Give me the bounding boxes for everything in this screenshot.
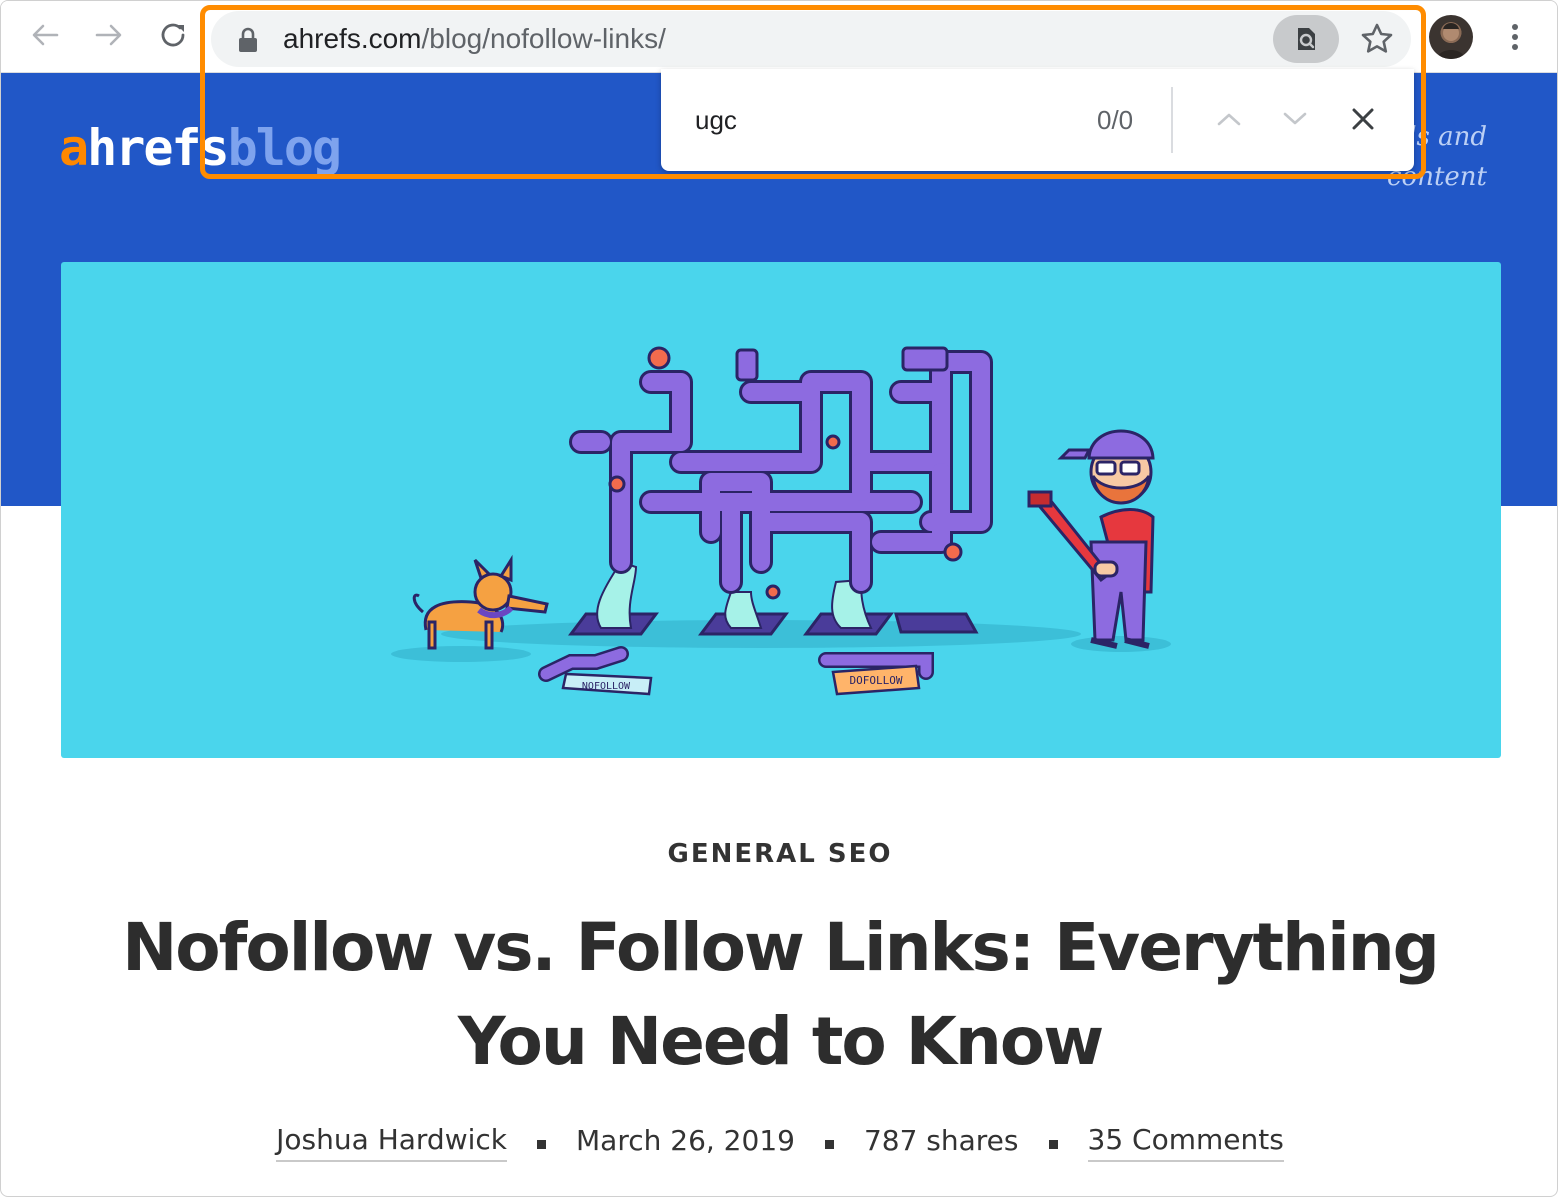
- hero-image: NOFOLLOW DOFOLLOW: [61, 262, 1501, 758]
- browser-toolbar: ahrefs.com/blog/nofollow-links/: [1, 1, 1557, 73]
- address-bar[interactable]: ahrefs.com/blog/nofollow-links/: [211, 11, 1411, 67]
- find-match-count: 0/0: [1097, 105, 1134, 135]
- close-icon[interactable]: [1343, 99, 1383, 139]
- meta-separator: [1048, 1140, 1058, 1149]
- share-count: 787 shares: [863, 1124, 1019, 1157]
- browser-window: ahrefsblog ...et powered by a huge index…: [0, 0, 1558, 1197]
- reload-icon[interactable]: [153, 15, 193, 55]
- article-category[interactable]: GENERAL SEO: [1, 839, 1557, 869]
- url-text: ahrefs.com/blog/nofollow-links/: [283, 23, 666, 54]
- nofollow-sign: NOFOLLOW: [561, 672, 653, 696]
- more-menu-icon[interactable]: [1495, 15, 1535, 59]
- svg-text:NOFOLLOW: NOFOLLOW: [582, 681, 631, 692]
- article-meta: Joshua Hardwick March 26, 2019 787 share…: [1, 1123, 1557, 1162]
- publish-date: March 26, 2019: [576, 1124, 795, 1157]
- find-bar: ugc 0/0: [661, 69, 1414, 171]
- article-title: Nofollow vs. Follow Links: Everything Yo…: [122, 909, 1440, 1080]
- dofollow-sign: DOFOLLOW: [831, 664, 921, 696]
- chevron-down-icon[interactable]: [1275, 99, 1315, 139]
- author-link[interactable]: Joshua Hardwick: [276, 1123, 507, 1162]
- meta-separator: [537, 1140, 546, 1149]
- svg-text:DOFOLLOW: DOFOLLOW: [850, 674, 903, 687]
- find-input[interactable]: ugc: [695, 105, 737, 136]
- bookmark-star-icon[interactable]: [1357, 19, 1397, 59]
- back-arrow-icon[interactable]: [25, 15, 65, 55]
- meta-separator: [824, 1140, 834, 1149]
- lock-icon: [239, 27, 257, 52]
- comments-link[interactable]: 35 Comments: [1087, 1123, 1284, 1162]
- chevron-up-icon[interactable]: [1209, 99, 1249, 139]
- profile-avatar[interactable]: [1429, 15, 1473, 59]
- plumber-illustration: [1027, 429, 1155, 649]
- find-divider: [1171, 87, 1173, 153]
- ground-shadow: [391, 620, 1171, 662]
- forward-arrow-icon[interactable]: [89, 15, 129, 55]
- ahrefs-logo[interactable]: ahrefsblog: [59, 119, 342, 177]
- find-in-page-icon[interactable]: [1273, 15, 1339, 63]
